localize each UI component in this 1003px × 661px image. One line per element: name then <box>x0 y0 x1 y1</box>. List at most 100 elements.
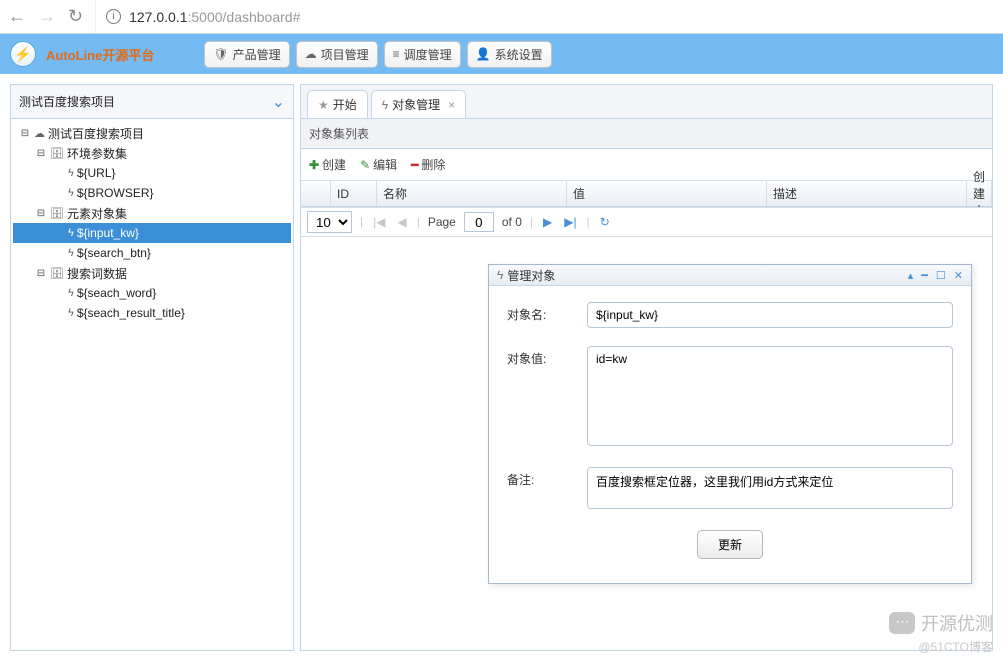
tree-label: ${seach_word} <box>77 286 156 300</box>
suitcase-icon: 🗄 <box>50 207 64 220</box>
tree-item-browser[interactable]: ϟ${BROWSER} <box>13 183 291 203</box>
plus-icon: ✚ <box>309 158 319 172</box>
edit-button[interactable]: ✎编辑 <box>360 156 397 173</box>
user-icon: 👤 <box>476 47 491 61</box>
last-page-icon[interactable]: ▶| <box>562 215 578 229</box>
tree-label: ${input_kw} <box>77 226 139 240</box>
menu-schedule[interactable]: ≡调度管理 <box>384 41 461 68</box>
nav-reload-icon[interactable]: ↻ <box>68 6 83 27</box>
main-menu: 🛡 产品管理 ☁ 项目管理 ≡调度管理 👤 系统设置 <box>204 41 551 68</box>
menu-project[interactable]: ☁ 项目管理 <box>296 41 378 68</box>
suitcase-icon: 🗄 <box>50 147 64 160</box>
brand-title: AutoLine开源平台 <box>46 45 154 64</box>
collapse-icon[interactable]: ▴ <box>908 269 914 282</box>
grid-col-desc[interactable]: 描述 <box>767 181 967 206</box>
tree-label: ${URL} <box>77 166 116 180</box>
section-title: 对象集列表 <box>301 119 992 149</box>
object-remark-input[interactable] <box>587 467 953 509</box>
next-page-icon[interactable]: ▶ <box>541 215 554 229</box>
grid-col-creator[interactable]: 创建人 <box>967 181 992 206</box>
tab-label: 开始 <box>333 96 357 113</box>
grid-col-name[interactable]: 名称 <box>377 181 567 206</box>
tree-label: 测试百度搜索项目 <box>48 125 144 142</box>
star-icon: ★ <box>318 98 329 112</box>
address-bar[interactable]: i 127.0.0.1:5000/dashboard# <box>95 0 995 33</box>
prev-page-icon[interactable]: ◀ <box>395 215 408 229</box>
bolt-icon: ϟ <box>68 307 74 319</box>
page-input[interactable] <box>464 212 494 232</box>
dialog-body: 对象名: 对象值: 备注: 更新 <box>489 286 971 583</box>
tree-group-keywords[interactable]: ⊟🗄搜索词数据 <box>13 263 291 283</box>
grid-col-checkbox[interactable] <box>301 181 331 206</box>
field-label-remark: 备注: <box>507 467 587 512</box>
refresh-icon[interactable]: ↻ <box>598 215 612 229</box>
menu-label: 产品管理 <box>233 46 281 63</box>
page-label: Page <box>428 215 456 229</box>
button-label: 创建 <box>322 156 346 173</box>
cloud-icon: ☁ <box>305 47 317 61</box>
bolt-icon: ϟ <box>68 187 74 199</box>
grid-col-value[interactable]: 值 <box>567 181 767 206</box>
browser-toolbar: ← → ↻ i 127.0.0.1:5000/dashboard# <box>0 0 1003 34</box>
tree-label: 环境参数集 <box>67 145 127 162</box>
menu-label: 项目管理 <box>321 46 369 63</box>
bolt-icon: ϟ <box>68 247 74 259</box>
bolt-icon: ϟ <box>382 98 388 112</box>
first-page-icon[interactable]: |◀ <box>371 215 387 229</box>
nav-back-icon[interactable]: ← <box>8 6 26 27</box>
tree-item-search-word[interactable]: ϟ${seach_word} <box>13 283 291 303</box>
object-name-input[interactable] <box>587 302 953 328</box>
delete-button[interactable]: ━删除 <box>411 156 445 173</box>
dialog-title-text: 管理对象 <box>507 267 555 284</box>
update-button[interactable]: 更新 <box>697 530 763 559</box>
cloud-icon: ☁ <box>34 127 45 140</box>
url-text: 127.0.0.1:5000/dashboard# <box>129 9 300 25</box>
tree-group-env[interactable]: ⊟🗄环境参数集 <box>13 143 291 163</box>
grid-col-id[interactable]: ID <box>331 181 377 206</box>
maximize-icon[interactable]: ☐ <box>936 269 946 282</box>
tab-object-mgmt[interactable]: ϟ对象管理× <box>371 90 466 118</box>
chevron-down-icon[interactable]: ⌄ <box>272 92 285 112</box>
tree-label: 元素对象集 <box>67 205 127 222</box>
tree-group-elements[interactable]: ⊟🗄元素对象集 <box>13 203 291 223</box>
left-panel: 测试百度搜索项目 ⌄ ⊟☁测试百度搜索项目 ⊟🗄环境参数集 ϟ${URL} ϟ$… <box>10 84 294 651</box>
tree-item-result-title[interactable]: ϟ${seach_result_title} <box>13 303 291 323</box>
button-label: 删除 <box>421 156 445 173</box>
tab-bar: ★ 开始 ϟ对象管理× <box>301 85 992 119</box>
grid-header: ID 名称 值 描述 创建人 <box>301 181 992 207</box>
pencil-icon: ✎ <box>360 158 370 172</box>
bolt-icon: ϟ <box>68 287 74 299</box>
tree-item-url[interactable]: ϟ${URL} <box>13 163 291 183</box>
close-icon[interactable]: × <box>448 98 455 112</box>
left-panel-title: 测试百度搜索项目 <box>19 93 115 110</box>
tree-item-search-btn[interactable]: ϟ${search_btn} <box>13 243 291 263</box>
object-value-input[interactable] <box>587 346 953 446</box>
tree-item-input-kw[interactable]: ϟ${input_kw} <box>13 223 291 243</box>
manage-object-dialog: ϟ 管理对象 ▴ ━ ☐ ✕ 对象名: 对象值: 备注: 更新 <box>488 264 972 584</box>
menu-system[interactable]: 👤 系统设置 <box>467 41 552 68</box>
close-icon[interactable]: ✕ <box>954 269 963 282</box>
bolt-icon: ϟ <box>497 268 503 282</box>
dialog-titlebar[interactable]: ϟ 管理对象 ▴ ━ ☐ ✕ <box>489 265 971 286</box>
menu-product[interactable]: 🛡 产品管理 <box>204 41 289 68</box>
suitcase-icon: 🗄 <box>50 267 64 280</box>
page-total: of 0 <box>502 215 522 229</box>
tree-label: ${BROWSER} <box>77 186 154 200</box>
menu-label: 调度管理 <box>404 46 452 63</box>
logo-icon: ⚡ <box>10 41 36 67</box>
minus-icon: ━ <box>411 158 418 172</box>
create-button[interactable]: ✚创建 <box>309 156 346 173</box>
info-icon[interactable]: i <box>106 9 121 24</box>
tree-label: ${seach_result_title} <box>77 306 185 320</box>
pagination-bar: 10 | |◀ ◀ | Page of 0 | ▶ ▶| | ↻ <box>301 207 992 237</box>
tree-root[interactable]: ⊟☁测试百度搜索项目 <box>13 123 291 143</box>
tree-label: ${search_btn} <box>77 246 151 260</box>
minimize-icon[interactable]: ━ <box>921 269 928 282</box>
project-tree: ⊟☁测试百度搜索项目 ⊟🗄环境参数集 ϟ${URL} ϟ${BROWSER} ⊟… <box>11 119 293 327</box>
left-panel-header: 测试百度搜索项目 ⌄ <box>11 85 293 119</box>
menu-label: 系统设置 <box>495 46 543 63</box>
page-size-select[interactable]: 10 <box>307 211 352 233</box>
shield-icon: 🛡 <box>213 47 228 61</box>
tab-start[interactable]: ★ 开始 <box>307 90 368 118</box>
nav-forward-icon[interactable]: → <box>38 6 56 27</box>
